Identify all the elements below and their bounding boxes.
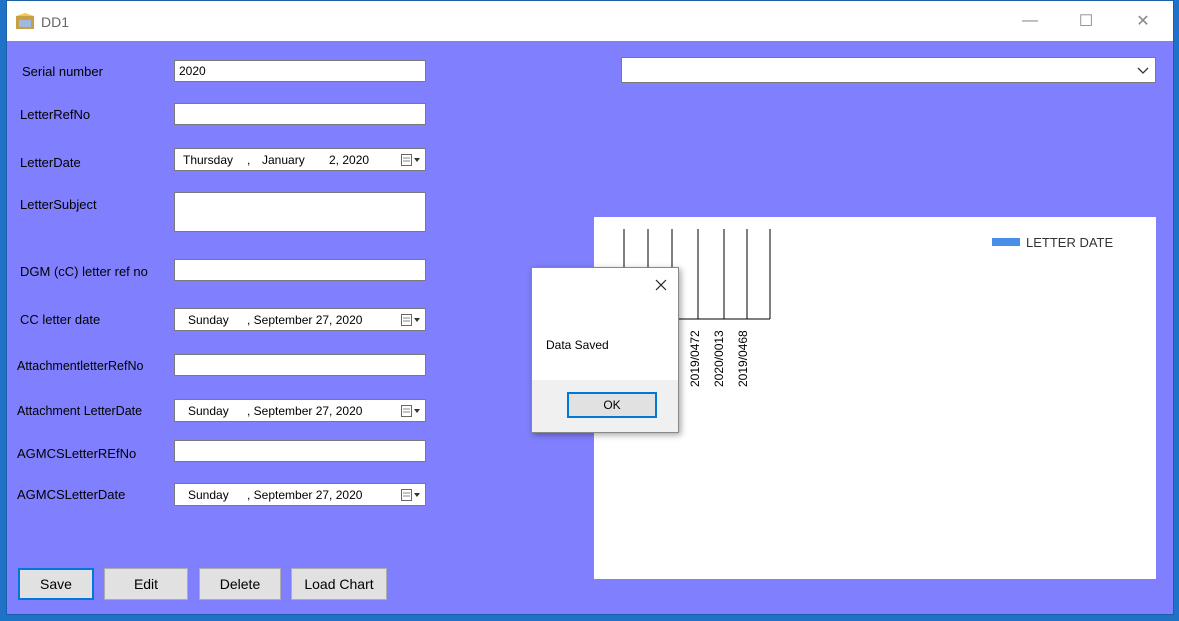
- letter-ref-field[interactable]: [174, 103, 426, 125]
- x-tick-label: 2019/0472: [688, 330, 702, 387]
- calendar-dropdown-icon[interactable]: [401, 404, 421, 418]
- dialog-footer: OK: [532, 380, 678, 432]
- title-bar[interactable]: DD1 — ☐ ✕: [7, 1, 1173, 41]
- serial-number-field[interactable]: 2020: [174, 60, 426, 82]
- letter-ref-label: LetterRefNo: [20, 107, 91, 122]
- letter-date-day: 2, 2020: [329, 153, 370, 167]
- agmcs-date-label: AGMCSLetterDate: [17, 487, 126, 502]
- attachment-date-label: Attachment LetterDate: [17, 404, 143, 418]
- chart-selector-combobox[interactable]: [621, 57, 1156, 83]
- dialog-message: Data Saved: [546, 338, 609, 352]
- letter-subject-label: LetterSubject: [20, 197, 97, 212]
- agmcs-date-rest: , September 27, 2020: [247, 488, 363, 502]
- window-title: DD1: [41, 14, 70, 30]
- agmcs-date-picker[interactable]: Sunday , September 27, 2020: [174, 483, 426, 506]
- dgm-letter-ref-field[interactable]: [174, 259, 426, 281]
- letter-date-picker[interactable]: Thursday , January 2, 2020: [174, 148, 426, 171]
- letter-date-month: January: [262, 153, 305, 167]
- letter-date-label: LetterDate: [20, 155, 81, 170]
- close-icon[interactable]: [654, 278, 668, 292]
- attachment-ref-field[interactable]: [174, 354, 426, 376]
- maximize-button[interactable]: ☐: [1063, 1, 1109, 41]
- calendar-dropdown-icon[interactable]: [401, 313, 421, 327]
- attachment-date-picker[interactable]: Sunday , September 27, 2020: [174, 399, 426, 422]
- app-window: DD1 — ☐ ✕ Serial number 2020 LetterRefNo…: [6, 0, 1174, 615]
- letter-date-weekday: Thursday: [183, 153, 234, 167]
- close-button[interactable]: ✕: [1120, 1, 1166, 41]
- dgm-letter-ref-label: DGM (cC) letter ref no: [20, 264, 148, 279]
- x-tick-label: 2020/0013: [712, 330, 726, 387]
- agmcs-date-weekday: Sunday: [188, 488, 229, 502]
- maximize-icon: ☐: [1078, 13, 1094, 30]
- message-dialog: Data Saved OK: [531, 267, 679, 433]
- minimize-icon: —: [1022, 12, 1038, 29]
- agmcs-ref-field[interactable]: [174, 440, 426, 462]
- attachment-ref-label: AttachmentletterRefNo: [17, 359, 144, 373]
- calendar-dropdown-icon[interactable]: [401, 488, 421, 502]
- chevron-down-icon[interactable]: [1137, 67, 1149, 75]
- cc-date-rest: , September 27, 2020: [247, 313, 363, 327]
- legend-swatch: [992, 238, 1020, 246]
- cc-date-weekday: Sunday: [188, 313, 229, 327]
- attachment-date-rest: , September 27, 2020: [247, 404, 363, 418]
- cc-letter-date-label: CC letter date: [20, 312, 101, 327]
- ok-button[interactable]: OK: [567, 392, 657, 418]
- delete-button[interactable]: Delete: [199, 568, 281, 600]
- save-button[interactable]: Save: [18, 568, 94, 600]
- serial-number-label: Serial number: [22, 64, 103, 79]
- x-tick-label: 2019/0468: [736, 330, 750, 387]
- letter-subject-field[interactable]: [174, 192, 426, 232]
- legend-label: LETTER DATE: [1026, 235, 1114, 250]
- cc-letter-date-picker[interactable]: Sunday , September 27, 2020: [174, 308, 426, 331]
- attachment-date-weekday: Sunday: [188, 404, 229, 418]
- minimize-button[interactable]: —: [1007, 1, 1053, 41]
- agmcs-ref-label: AGMCSLetterREfNo: [17, 446, 137, 461]
- edit-button[interactable]: Edit: [104, 568, 188, 600]
- app-icon: [16, 13, 34, 29]
- close-icon: ✕: [1136, 13, 1150, 30]
- calendar-dropdown-icon[interactable]: [401, 153, 421, 167]
- load-chart-button[interactable]: Load Chart: [291, 568, 387, 600]
- letter-date-separator: ,: [247, 153, 251, 167]
